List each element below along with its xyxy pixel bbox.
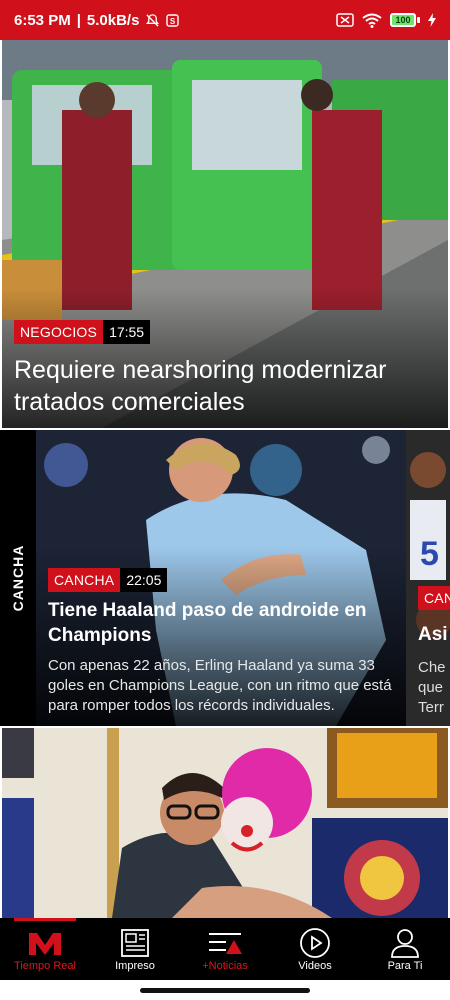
section-label[interactable]: CANCHA	[0, 430, 36, 726]
nav-label: Videos	[298, 960, 332, 972]
story-meta: CAN	[418, 586, 450, 610]
story-headline[interactable]: Asi	[418, 624, 448, 646]
battery-icon: 100	[390, 13, 420, 27]
newspaper-icon	[121, 929, 149, 957]
nav-label: Para Ti	[387, 960, 423, 972]
battery-level: 100	[390, 13, 416, 27]
category-badge[interactable]: NEGOCIOS	[14, 320, 104, 344]
status-time: 6:53 PM	[14, 11, 71, 29]
story-time: 17:55	[103, 320, 151, 344]
app-notification-icon: S	[166, 13, 180, 27]
story-headline[interactable]: Tiene Haaland paso de androide en Champi…	[48, 598, 394, 648]
nav-tiempo-real[interactable]: Tiempo Real	[0, 918, 90, 980]
charging-icon	[428, 13, 436, 27]
story-time: 22:05	[120, 568, 168, 592]
svg-text:5: 5	[420, 535, 439, 573]
story-summary: Che que Terr	[418, 659, 446, 716]
svg-text:S: S	[170, 17, 176, 26]
gesture-bar[interactable]	[0, 980, 450, 1000]
nav-videos[interactable]: Videos	[270, 918, 360, 980]
clown-photo	[2, 728, 448, 918]
m-logo-icon	[29, 933, 61, 955]
featured-story-card[interactable]: NEGOCIOS 17:55 Requiere nearshoring mode…	[2, 40, 448, 428]
more-news-icon	[209, 933, 242, 954]
status-net-speed: 5.0kB/s	[86, 11, 140, 29]
play-circle-icon	[300, 928, 330, 958]
story-summary: Con apenas 22 años, Erling Haaland ya su…	[48, 657, 392, 714]
nav-label: Tiempo Real	[14, 960, 76, 972]
nav-para-ti[interactable]: Para Ti	[360, 918, 450, 980]
cancha-section: CANCHA CANCHA 22:05 Tiene Haaland paso d…	[0, 430, 450, 726]
story-headline[interactable]: Requiere nearshoring modernizar tratados…	[14, 354, 436, 418]
nav-mas-noticias[interactable]: +Noticias	[180, 918, 270, 980]
story-meta: CANCHA 22:05	[48, 568, 168, 592]
carousel-card-next[interactable]: 5 CAN Asi Che que Terr	[406, 430, 450, 726]
story-card[interactable]	[2, 728, 448, 918]
user-icon	[391, 929, 419, 958]
category-badge[interactable]: CAN	[418, 586, 450, 610]
bell-muted-icon	[146, 13, 160, 27]
bottom-navigation: Tiempo Real Impreso +Noticias Videos Par…	[0, 918, 450, 980]
status-bar: 6:53 PM | 5.0kB/s S 100	[0, 0, 450, 40]
category-badge[interactable]: CANCHA	[48, 568, 121, 592]
sim-off-icon	[336, 13, 354, 27]
carousel-card[interactable]: CANCHA 22:05 Tiene Haaland paso de andro…	[36, 430, 406, 726]
story-meta: NEGOCIOS 17:55	[14, 320, 151, 344]
wifi-icon	[362, 13, 382, 28]
nav-impreso[interactable]: Impreso	[90, 918, 180, 980]
nav-label: +Noticias	[202, 960, 248, 972]
nav-label: Impreso	[115, 960, 155, 972]
